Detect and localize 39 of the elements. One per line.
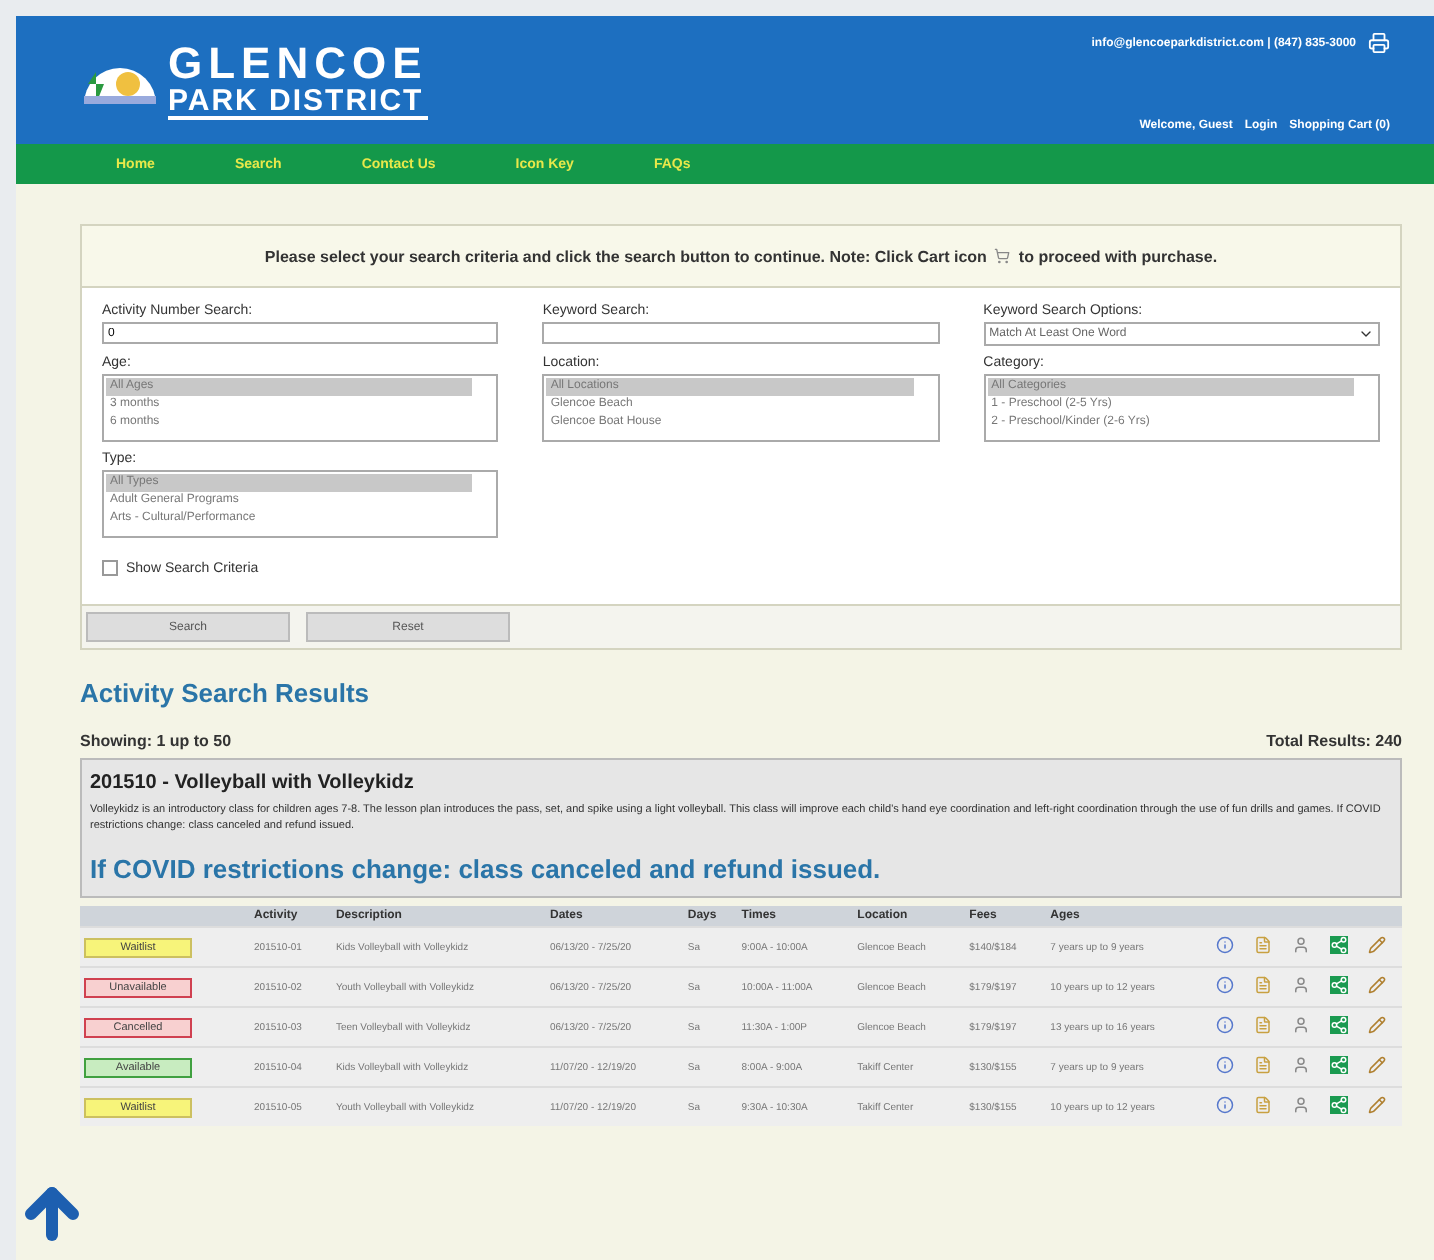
checkbox[interactable]: [102, 560, 118, 576]
document-icon[interactable]: [1253, 1016, 1272, 1034]
info-icon[interactable]: [1215, 1056, 1234, 1074]
document-icon[interactable]: [1253, 1056, 1272, 1074]
share-icon[interactable]: [1329, 1056, 1348, 1074]
person-icon[interactable]: [1291, 1056, 1310, 1074]
person-icon[interactable]: [1291, 936, 1310, 954]
share-icon[interactable]: [1329, 976, 1348, 994]
share-icon[interactable]: [1329, 1016, 1348, 1034]
total-results: Total Results: 240: [1266, 732, 1402, 750]
results-title: Activity Search Results: [80, 678, 372, 708]
showing-count: Showing: 1 up to 50: [80, 732, 232, 750]
pencil-icon[interactable]: [1367, 1056, 1386, 1074]
info-icon[interactable]: [1215, 976, 1234, 994]
share-icon[interactable]: [1329, 936, 1348, 954]
info-icon[interactable]: [1215, 936, 1234, 954]
info-icon[interactable]: [1215, 1016, 1234, 1034]
instructions-text: to proceed with purchase.: [1018, 247, 1218, 265]
instructions-text: Please select your search criteria and click the search button to continue. Note: Click Cart icon: [264, 247, 987, 265]
person-icon[interactable]: [1291, 1016, 1310, 1034]
pencil-icon[interactable]: [1367, 936, 1386, 954]
cart-icon: [994, 248, 1011, 264]
document-icon[interactable]: [1253, 1096, 1272, 1114]
pencil-icon[interactable]: [1367, 1096, 1386, 1114]
covid-notice: If COVID restrictions change: class canceled and refund issued.: [90, 854, 883, 884]
pencil-icon[interactable]: [1367, 976, 1386, 994]
logo-title: GLENCOE: [168, 41, 428, 85]
share-icon[interactable]: [1329, 1096, 1348, 1114]
pencil-icon[interactable]: [1367, 1016, 1386, 1034]
person-icon[interactable]: [1291, 976, 1310, 994]
info-icon[interactable]: [1215, 1096, 1234, 1114]
document-icon[interactable]: [1253, 936, 1272, 954]
input-field[interactable]: [542, 322, 940, 344]
logo-subtitle: PARK DISTRICT: [168, 85, 428, 119]
document-icon[interactable]: [1253, 976, 1272, 994]
print-icon[interactable]: [1368, 32, 1390, 54]
person-icon[interactable]: [1291, 1096, 1310, 1114]
activity-title: 201510 - Volleyball with Volleykidz: [90, 772, 416, 794]
chevron-down-icon: [1357, 326, 1374, 342]
